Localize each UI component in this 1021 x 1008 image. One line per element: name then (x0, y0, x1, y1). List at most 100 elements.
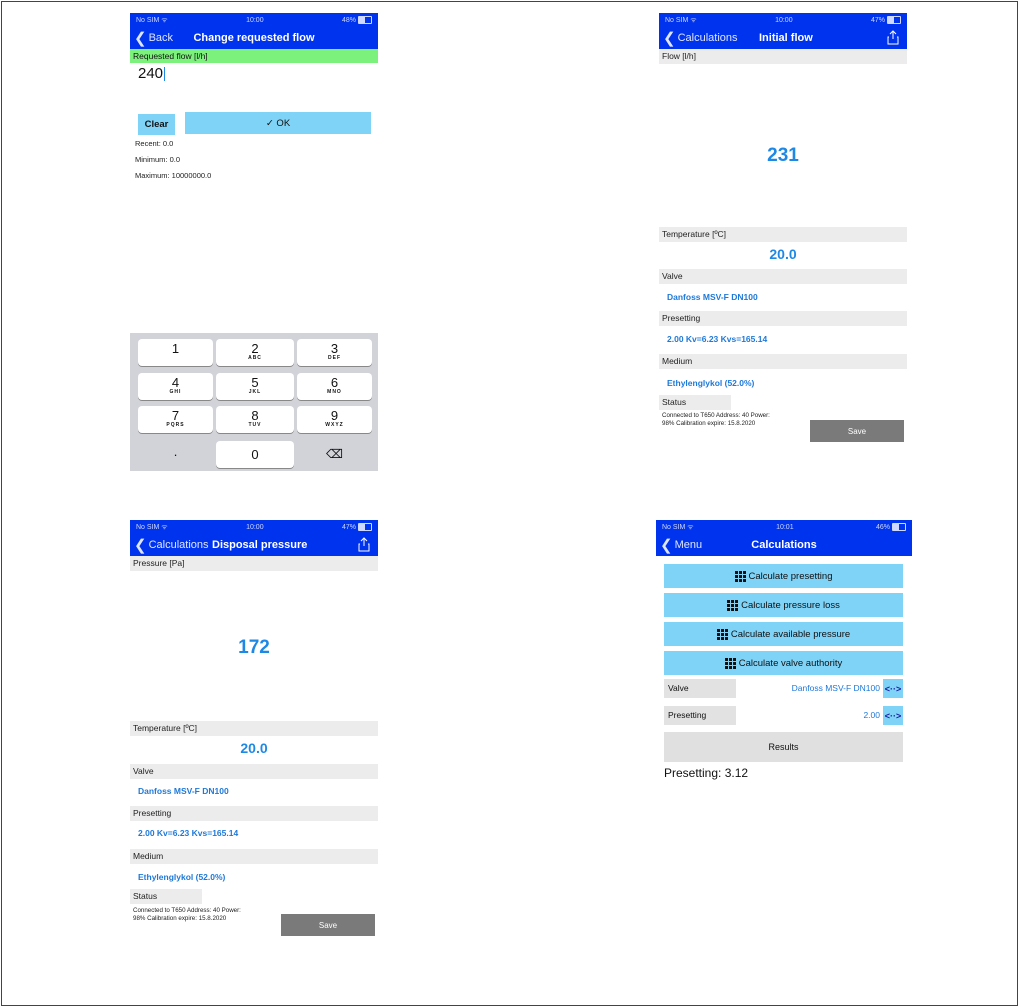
wifi-icon: ᯤ (690, 16, 697, 24)
wifi-icon: ᯤ (161, 523, 168, 531)
valve-header: Valve (659, 269, 907, 284)
key-decimal[interactable]: . (138, 441, 213, 468)
presetting-value[interactable]: 2.00 Kv=6.23 Kvs=165.14 (659, 334, 775, 344)
battery-icon (358, 523, 372, 531)
temperature-value: 20.0 (240, 740, 268, 756)
backspace-icon: ⌫ (326, 447, 343, 461)
back-button[interactable]: ❮ Back (134, 27, 173, 49)
medium-value[interactable]: Ethylenglykol (52.0%) (130, 872, 233, 882)
calculate-available-pressure-button[interactable]: Calculate available pressure (664, 622, 903, 646)
battery-icon (358, 16, 372, 24)
calculate-presetting-button[interactable]: Calculate presetting (664, 564, 903, 588)
battery: 48% (342, 16, 372, 24)
connection-status: Connected to T650 Address: 40 Power: 98%… (133, 907, 241, 922)
key-4[interactable]: 4 GHI (138, 373, 213, 400)
valve-value[interactable]: Danfoss MSV-F DN100 (792, 679, 880, 698)
key-decimal-label: . (173, 444, 178, 459)
calculate-presetting-label: Calculate presetting (748, 570, 833, 582)
key-5[interactable]: 5 JKL (216, 373, 294, 400)
back-button[interactable]: ❮ Calculations (134, 534, 209, 556)
battery-icon (887, 16, 901, 24)
calculate-available-pressure-label: Calculate available pressure (730, 628, 851, 640)
calculate-pressure-loss-label: Calculate pressure loss (741, 599, 840, 611)
battery-icon (892, 523, 906, 531)
presetting-value[interactable]: 2.00 (863, 706, 880, 725)
key-0[interactable]: 0 (216, 441, 294, 468)
maximum-value: Maximum: 10000000.0 (135, 171, 212, 180)
calculate-pressure-loss-button[interactable]: Calculate pressure loss (664, 593, 903, 617)
battery: 46% (876, 523, 906, 531)
status-bar: No SIM ᯤ 10:00 47% (130, 520, 378, 534)
nav-bar: ❮ Calculations Disposal pressure (130, 534, 378, 556)
clock: 10:01 (776, 523, 794, 531)
screen-initial-flow: No SIM ᯤ 10:00 47% ❮ Calculations Initial… (659, 13, 907, 445)
status-header: Status (130, 889, 202, 904)
presetting-swap-button[interactable]: <··> (883, 706, 903, 725)
back-label: Menu (674, 539, 703, 551)
valve-label: Valve (664, 679, 736, 698)
key-9[interactable]: 9 WXYZ (297, 406, 372, 433)
presetting-label: Presetting (664, 706, 736, 725)
result-text: Presetting: 3.12 (664, 766, 749, 780)
pressure-header: Pressure [Pa] (130, 556, 378, 571)
screen-disposal-pressure: No SIM ᯤ 10:00 47% ❮ Calculations Disposa… (130, 520, 378, 938)
back-button[interactable]: ❮ Menu (660, 534, 702, 556)
recent-value: Recent: 0.0 (135, 139, 174, 148)
flow-input-value: 240 (138, 65, 164, 82)
presetting-header: Presetting (659, 311, 907, 326)
medium-header: Medium (130, 849, 378, 864)
back-chevron-icon: ❮ (663, 29, 676, 47)
key-8[interactable]: 8 TUV (216, 406, 294, 433)
key-3[interactable]: 3 DEF (297, 339, 372, 366)
save-button[interactable]: Save (281, 914, 375, 936)
text-cursor (164, 67, 166, 82)
nav-bar: ❮ Back Change requested flow (130, 27, 378, 49)
clock: 10:00 (775, 16, 793, 24)
key-6[interactable]: 6 MNO (297, 373, 372, 400)
key-2[interactable]: 2 ABC (216, 339, 294, 366)
grid-icon (727, 599, 739, 611)
flow-header: Flow [l/h] (659, 49, 907, 64)
numeric-keypad: 1 2 ABC 3 DEF 4 GHI 5 JKL 6 MNO 7 PQRS 8 TUV 9W… (130, 333, 378, 471)
valve-value[interactable]: Danfoss MSV-F DN100 (130, 786, 237, 796)
grid-icon (716, 628, 728, 640)
results-button[interactable]: Results (664, 732, 903, 762)
medium-value[interactable]: Ethylenglykol (52.0%) (659, 378, 762, 388)
minimum-value: Minimum: 0.0 (135, 155, 181, 164)
medium-header: Medium (659, 354, 907, 369)
key-1[interactable]: 1 (138, 339, 213, 366)
battery: 47% (342, 523, 372, 531)
valve-header: Valve (130, 764, 378, 779)
back-label: Back (148, 32, 174, 44)
share-icon[interactable] (358, 537, 370, 552)
key-backspace[interactable]: ⌫ (297, 441, 372, 468)
flow-input[interactable]: 240 (138, 65, 166, 82)
grid-icon (734, 570, 746, 582)
status-line-1: Connected to T650 Address: 40 Power: (133, 907, 241, 914)
flow-value: 231 (767, 145, 799, 166)
carrier-label: No SIM ᯤ (665, 16, 697, 24)
key-7[interactable]: 7 PQRS (138, 406, 213, 433)
back-chevron-icon: ❮ (134, 536, 147, 554)
status-bar: No SIM ᯤ 10:00 48% (130, 13, 378, 27)
clock: 10:00 (246, 16, 264, 24)
presetting-value[interactable]: 2.00 Kv=6.23 Kvs=165.14 (130, 828, 246, 838)
calculate-valve-authority-label: Calculate valve authority (738, 657, 843, 669)
back-button[interactable]: ❮ Calculations (663, 27, 738, 49)
nav-bar: ❮ Menu Calculations (656, 534, 912, 556)
save-button[interactable]: Save (810, 420, 904, 442)
clear-button[interactable]: Clear (138, 114, 175, 135)
status-bar: No SIM ᯤ 10:00 47% (659, 13, 907, 27)
valve-value[interactable]: Danfoss MSV-F DN100 (659, 292, 766, 302)
ok-button[interactable]: ✓ OK (185, 112, 371, 134)
valve-swap-button[interactable]: <··> (883, 679, 903, 698)
wifi-icon: ᯤ (161, 16, 168, 24)
temperature-header: Temperature [ºC] (659, 227, 907, 242)
back-label: Calculations (677, 32, 738, 44)
screen-calculations: No SIM ᯤ 10:01 46% ❮ Menu Calculations Ca… (656, 520, 912, 790)
status-line-2: 98% Calibration expire: 15.8.2020 (133, 914, 227, 922)
calculate-valve-authority-button[interactable]: Calculate valve authority (664, 651, 903, 675)
wifi-icon: ᯤ (687, 523, 694, 531)
connection-status: Connected to T650 Address: 40 Power: 98%… (662, 412, 770, 427)
share-icon[interactable] (887, 30, 899, 45)
